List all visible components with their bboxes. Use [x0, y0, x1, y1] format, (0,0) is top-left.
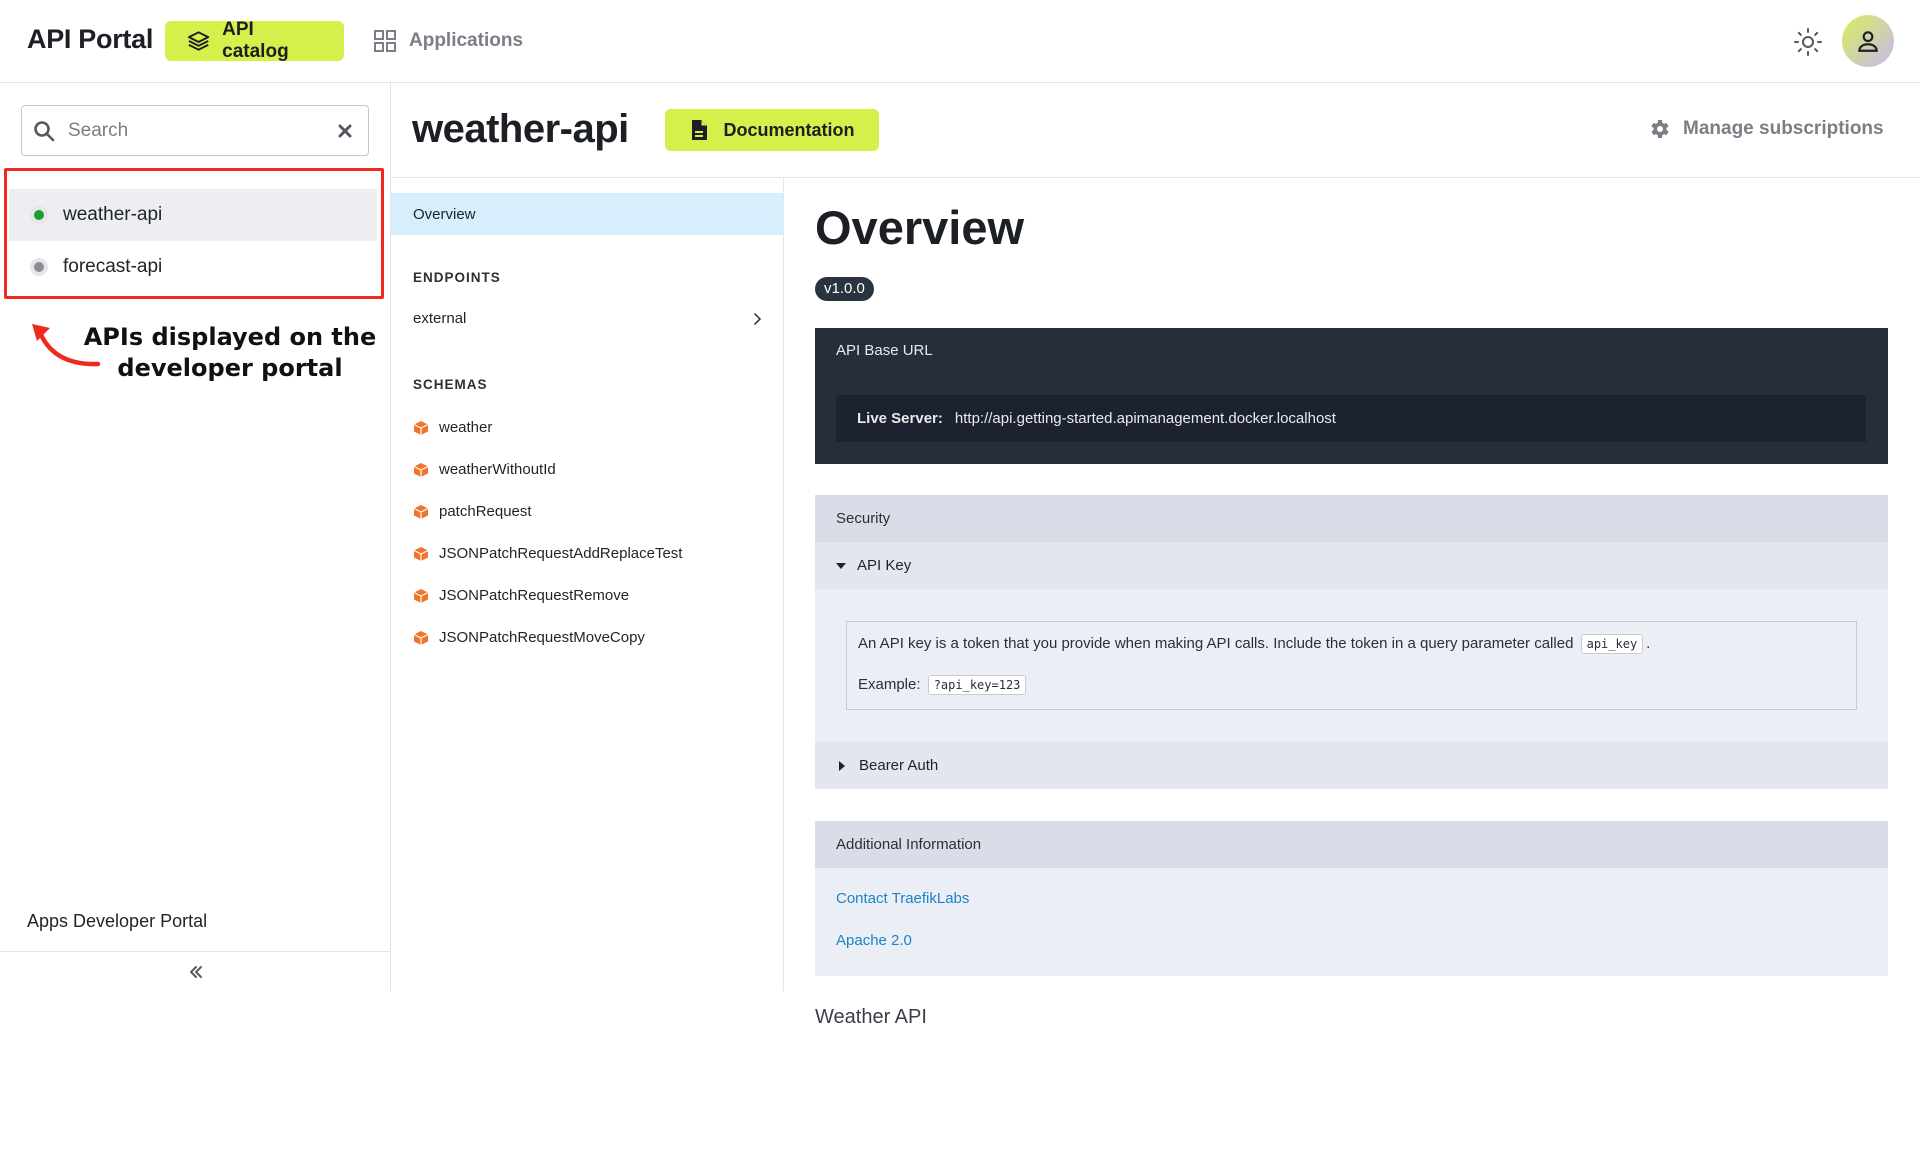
search-box — [21, 105, 369, 156]
schema-label: JSONPatchRequestMoveCopy — [439, 629, 645, 646]
sidebar: weather-api forecast-api Apps Developer … — [0, 83, 391, 991]
schemas-heading: SCHEMAS — [413, 377, 488, 392]
manage-subscriptions-label: Manage subscriptions — [1683, 118, 1884, 139]
bearer-auth-label: Bearer Auth — [859, 757, 939, 774]
api-item-label: forecast-api — [63, 256, 163, 277]
additional-info-heading: Additional Information — [815, 821, 1888, 868]
example-label: Example: — [858, 676, 921, 693]
documentation-label: Documentation — [723, 119, 855, 140]
sun-icon — [1794, 28, 1822, 56]
top-header: API Portal API catalog Applications — [0, 0, 1920, 83]
endpoint-label: external — [413, 310, 467, 327]
api-key-label: API Key — [857, 557, 912, 574]
manage-subscriptions-button[interactable]: Manage subscriptions — [1647, 117, 1884, 141]
chevrons-left-icon — [189, 965, 202, 978]
chevron-right-icon — [754, 312, 762, 325]
schema-label: patchRequest — [439, 503, 532, 520]
api-key-description-line: An API key is a token that you provide w… — [858, 634, 1651, 654]
api-key-toggle[interactable]: API Key — [815, 542, 1888, 589]
cube-icon — [413, 462, 429, 477]
cube-icon — [413, 546, 429, 561]
document-icon — [692, 120, 708, 140]
caret-down-icon — [836, 562, 846, 569]
schema-label: weather — [439, 419, 493, 436]
schema-label: JSONPatchRequestAddReplaceTest — [439, 545, 683, 562]
api-item-weather-api[interactable]: weather-api — [9, 189, 377, 241]
server-url: http://api.getting-started.apimanagement… — [954, 410, 1336, 427]
clear-search-icon[interactable] — [334, 120, 356, 142]
nav-applications-button[interactable]: Applications — [373, 21, 523, 61]
user-icon — [1858, 31, 1878, 52]
endpoint-item-external[interactable]: external — [413, 310, 763, 327]
schema-label: JSONPatchRequestRemove — [439, 587, 630, 604]
user-avatar[interactable] — [1842, 15, 1894, 67]
example-code: ?api_key=123 — [927, 675, 1027, 695]
layers-icon — [187, 31, 210, 51]
nav-applications-label: Applications — [409, 30, 524, 51]
schema-item[interactable]: JSONPatchRequestMoveCopy — [413, 629, 645, 646]
status-indicator — [30, 258, 48, 276]
api-key-param: api_key — [1580, 634, 1644, 654]
schema-label: weatherWithoutId — [439, 461, 556, 478]
api-base-url-panel: API Base URL Live Server: http://api.get… — [815, 328, 1888, 464]
schema-item[interactable]: weather — [413, 419, 492, 436]
docnav-overview[interactable]: Overview — [391, 193, 783, 235]
status-indicator — [30, 206, 48, 224]
api-item-label: weather-api — [63, 204, 163, 225]
base-url-label: API Base URL — [836, 342, 933, 359]
nav-api-catalog-button[interactable]: API catalog — [165, 19, 344, 62]
license-link[interactable]: Apache 2.0 — [836, 932, 912, 949]
gear-icon — [1651, 120, 1669, 138]
cube-icon — [413, 588, 429, 603]
api-description: Weather API — [815, 1006, 927, 1028]
portal-name: Apps Developer Portal — [27, 911, 208, 931]
api-title: weather-api — [412, 107, 629, 151]
caret-right-icon — [839, 760, 845, 771]
docs-nav: Overview ENDPOINTS external SCHEMAS weat… — [391, 178, 784, 991]
api-list: weather-api forecast-api — [9, 189, 377, 293]
cube-icon — [413, 504, 429, 519]
api-key-details: An API key is a token that you provide w… — [846, 621, 1857, 710]
live-server-row[interactable]: Live Server: http://api.getting-started.… — [836, 395, 1866, 442]
server-label: Live Server: — [857, 410, 943, 427]
version-badge: v1.0.0 — [815, 277, 874, 301]
additional-info-panel: Additional Information Contact TraefikLa… — [815, 821, 1888, 976]
schema-item[interactable]: patchRequest — [413, 503, 532, 520]
api-item-forecast-api[interactable]: forecast-api — [9, 241, 377, 293]
search-icon — [34, 120, 55, 141]
api-key-description: An API key is a token that you provide w… — [858, 635, 1574, 652]
cube-icon — [413, 420, 429, 435]
search-input[interactable] — [66, 118, 334, 143]
collapse-sidebar-button[interactable] — [0, 951, 391, 991]
security-panel: Security API Key An API key is a token t… — [815, 495, 1888, 789]
nav-api-catalog-label: API catalog — [222, 19, 289, 62]
contact-link[interactable]: Contact TraefikLabs — [836, 890, 969, 907]
documentation-button[interactable]: Documentation — [665, 109, 879, 151]
bearer-auth-toggle[interactable]: Bearer Auth — [815, 742, 1888, 789]
grid-icon — [374, 30, 396, 52]
endpoints-heading: ENDPOINTS — [413, 270, 501, 285]
theme-toggle-button[interactable] — [1792, 26, 1824, 58]
annotation-text: APIs displayed on the developer portal — [83, 323, 377, 382]
brand-title[interactable]: API Portal — [27, 24, 153, 55]
security-heading: Security — [815, 495, 1888, 542]
cube-icon — [413, 630, 429, 645]
api-key-example-line: Example: ?api_key=123 — [858, 675, 1029, 695]
schema-item[interactable]: weatherWithoutId — [413, 461, 556, 478]
overview-title: Overview — [815, 201, 1025, 254]
schema-item[interactable]: JSONPatchRequestAddReplaceTest — [413, 545, 682, 562]
api-header: weather-api Documentation Manage subscri… — [391, 83, 1920, 178]
schema-item[interactable]: JSONPatchRequestRemove — [413, 587, 629, 604]
